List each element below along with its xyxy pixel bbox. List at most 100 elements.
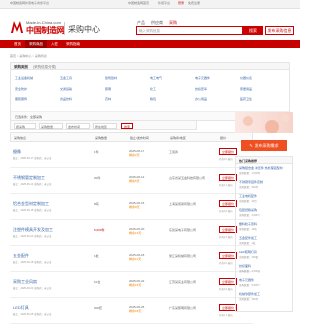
row-title[interactable]: 摄像 (13, 149, 21, 155)
row-quantity: 5吨 (94, 202, 99, 206)
nav-item-purchase[interactable]: 采购商品 (25, 40, 47, 48)
hot-item-title[interactable]: 包装纸箱采购 (239, 208, 289, 212)
row-title[interactable]: 不锈钢管定制加工 (13, 175, 45, 181)
main-nav: 首页 采购商品 入驻 采购指南 (0, 40, 300, 48)
edit-icon: ✎ (249, 143, 253, 148)
logo-cn-text: 中国制造网 (26, 26, 65, 35)
row-subtitle: 截止：2025-06-15 采购商：未认证 (13, 209, 52, 212)
table-row: 不锈钢管定制加工 截止：2025-06-12 采购商：未认证 20件 2025-06-… (10, 168, 253, 194)
date-select[interactable]: 发布时间 (66, 123, 90, 129)
row-buyer: 工贸商 (169, 150, 179, 154)
hot-list-item[interactable]: 纺织面料 采购数量：1,500米 (236, 262, 292, 276)
nav-item-join[interactable]: 入驻 (47, 40, 62, 48)
hot-item-title[interactable]: 塑料粒子原料 (239, 222, 289, 226)
hot-list-item[interactable]: 机械零部件加工 采购数量：100件 (236, 290, 292, 304)
filter-category[interactable]: 农林 (105, 97, 150, 104)
filter-category[interactable]: 照明 (105, 87, 150, 94)
topbar-link-register[interactable]: 免费注册 (188, 1, 200, 5)
hot-list-item[interactable]: 采购铝合金 冲压件 热处理铝型材 采购数量：1,000件 (236, 164, 292, 178)
hot-item-title[interactable]: 五金配件加工 (239, 236, 289, 240)
row-remaining: 剩余15天 (129, 283, 141, 287)
hot-list-item[interactable]: 工业电机配件 采购数量：20台 (236, 192, 292, 206)
row-title[interactable]: 五金配件 (13, 253, 29, 259)
nav-item-home[interactable]: 首页 (10, 40, 25, 48)
post-purchase-button[interactable]: 发布采购信息 (265, 26, 294, 35)
row-remaining: 剩余18天 (129, 309, 141, 313)
table-row: 铝合金型材定制加工 截止：2025-06-15 采购商：未认证 5吨 2025-06-… (10, 194, 253, 220)
hot-item-title[interactable]: 纺织面料 (239, 264, 289, 268)
filter-category[interactable]: 五金工具 (60, 76, 105, 83)
hot-list-item[interactable]: 五金配件加工 采购数量：1批 (236, 234, 292, 248)
col-header-qty: 采购数量 (95, 136, 108, 140)
list-toolbar: 按采购 采购数量 发布时间 所在地区 搜索 (10, 120, 197, 130)
row-title[interactable]: 采购工业风扇 (13, 279, 37, 285)
filter-category[interactable]: 电工电气 (150, 76, 195, 83)
row-remaining-text: 剩余18天 (129, 309, 142, 313)
hot-item-sub: 采购数量：1批 (239, 242, 256, 245)
hot-purchase-panel: 热门采购推荐 采购铝合金 冲压件 热处理铝型材 采购数量：1,000件 不锈钢紧固件… (235, 156, 293, 312)
hot-item-sub: 采购数量：500件 (239, 186, 259, 189)
filter-category[interactable]: 食品饮料 (60, 97, 105, 104)
row-subtitle: 截止：2025-06-25 采购商：未认证 (13, 313, 52, 316)
hot-item-sub: 采购数量：1,000件 (239, 172, 261, 175)
filter-category[interactable]: 工业设备机械 (15, 76, 60, 83)
sort-select[interactable]: 按采购 (14, 123, 36, 129)
row-buyer: 山东省某五金科技有限公司 (169, 176, 206, 180)
row-buyer: 东莞某电子有限公司 (169, 228, 197, 232)
region-select[interactable]: 所在地区 (93, 123, 117, 129)
filter-category[interactable]: 家居用品 (240, 87, 285, 94)
toolbar-search-button[interactable]: 搜索 (121, 123, 134, 129)
row-quantity: 200套 (94, 306, 103, 310)
hot-list-item[interactable]: LED照明灯具 采购数量：200套 (236, 248, 292, 262)
filter-category[interactable]: 办公用品 (195, 97, 240, 104)
filter-category[interactable]: 化工 (150, 87, 195, 94)
col-header-quote: 报价 (220, 136, 227, 140)
hot-item-sub: 采购数量：5,000个 (239, 284, 261, 287)
row-remaining-text: 剩余13天 (129, 231, 142, 235)
row-title[interactable]: LED灯具 (13, 305, 29, 311)
hot-list-item[interactable]: 不锈钢紧固件定制 采购数量：500件 (236, 178, 292, 192)
sidebar-post-label: 发布采购需求 (254, 142, 279, 148)
hot-list-item[interactable]: 电子元器件采购数量：5,000个 (236, 276, 292, 290)
nav-item-guide[interactable]: 采购指南 (62, 40, 84, 48)
row-quantity: 1件 (94, 150, 99, 154)
search-input[interactable]: 输入采购信息 (136, 26, 243, 35)
topbar-link-trade[interactable]: 外贸平台 (158, 1, 170, 5)
made-in-china-logo-icon[interactable] (10, 20, 24, 34)
filter-category[interactable]: 服装服饰 (15, 97, 60, 104)
topbar-link-login[interactable]: 登录 (178, 1, 184, 5)
row-quantity: 20件 (94, 176, 101, 180)
row-title[interactable]: 注塑件模具开发及加工 (13, 227, 53, 233)
quantity-select[interactable]: 采购数量 (39, 123, 63, 129)
filter-category[interactable]: 箱包 (150, 97, 195, 104)
filter-category[interactable]: 仪器仪表 (240, 76, 285, 83)
row-remaining-text: 剩余5天 (129, 179, 140, 183)
hot-item-sub: 采购数量：100件 (239, 298, 259, 301)
sidebar-post-button[interactable]: ✎ 发布采购需求 (241, 140, 287, 151)
sidebar-banner-image[interactable] (235, 112, 293, 133)
hot-item-title[interactable]: LED照明灯具 (239, 250, 289, 254)
hot-item-title[interactable]: 采购铝合金 冲压件 热处理铝型材 (239, 166, 289, 170)
filter-category[interactable]: 建筑建材 (105, 76, 150, 83)
filter-category[interactable]: 安全防护 (15, 87, 60, 94)
hot-list-item[interactable]: 包装纸箱采购 采购数量：3,000个 (236, 206, 292, 220)
hot-list-item[interactable]: 塑料粒子原料 采购数量：10吨 (236, 220, 292, 234)
hot-item-title[interactable]: 机械零部件加工 (239, 292, 289, 296)
filter-category[interactable]: 纺织皮革 (195, 87, 240, 94)
filter-category[interactable]: 医药卫生 (240, 97, 285, 104)
row-title[interactable]: 铝合金型材定制加工 (13, 201, 49, 207)
topbar-left-text: 中国制造网外贸电子商务平台 (10, 1, 50, 5)
hot-item-title[interactable]: 工业电机配件 (239, 194, 289, 198)
search-button[interactable]: 搜索 (243, 26, 263, 35)
filter-category-grid: 工业设备机械 五金工具 建筑建材 电工电气 电子元器件 仪器仪表安全防护 交通运输 照明 化工纺… (11, 70, 289, 104)
hot-item-title[interactable]: 不锈钢紧固件定制 (239, 180, 289, 184)
hot-item-title[interactable]: 电子元器件 (239, 278, 289, 282)
topbar-link-home[interactable]: 中国制造网首页 (128, 1, 149, 5)
hot-item-sub: 采购数量：10吨 (239, 228, 257, 231)
table-row: 摄像 截止：2025-06-17 采购商：未认证 1件 2025-06-17 剩余2天工… (10, 142, 253, 168)
quote-button[interactable]: 立即报价 (219, 148, 237, 155)
filter-category[interactable]: 交通运输 (60, 87, 105, 94)
filter-category[interactable]: 电子元器件 (195, 76, 240, 83)
row-remaining: 剩余2天 (129, 153, 140, 157)
row-quantity: 5,000件 (94, 228, 105, 232)
